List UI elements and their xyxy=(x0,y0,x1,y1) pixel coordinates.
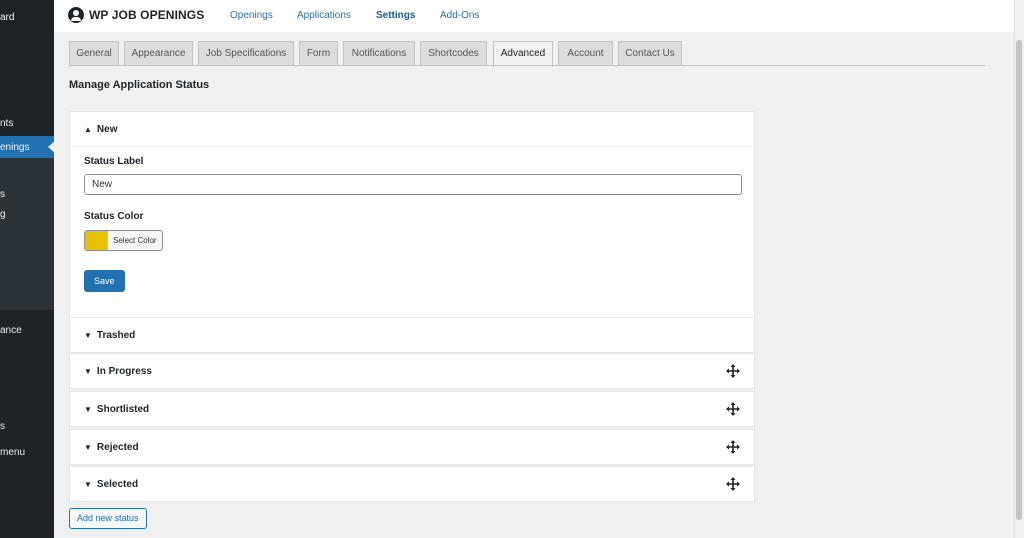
status-panel-new: ▲ New Status Label New Status Color Sele… xyxy=(69,111,755,319)
status-label-input[interactable]: New xyxy=(84,174,742,195)
color-picker-button[interactable]: Select Color xyxy=(84,230,163,251)
nav-link-add-ons[interactable]: Add-Ons xyxy=(440,10,479,21)
scroll-thumb[interactable] xyxy=(1016,40,1022,520)
sidebar-item[interactable]: ard xyxy=(0,12,54,23)
panel-header[interactable]: ▼ Trashed xyxy=(70,318,754,352)
scrollbar[interactable] xyxy=(1014,0,1024,538)
tab-appearance[interactable]: Appearance xyxy=(124,41,193,66)
plugin-logo: WP JOB OPENINGS xyxy=(68,7,204,23)
sidebar-submenu xyxy=(0,158,54,310)
sidebar-item[interactable]: ance xyxy=(0,325,54,336)
sidebar-item[interactable]: g xyxy=(0,209,54,220)
status-panel-trashed: ▼ Trashed xyxy=(69,317,755,353)
drag-move-icon[interactable] xyxy=(726,440,740,454)
add-new-status-button[interactable]: Add new status xyxy=(69,508,147,529)
panel-header[interactable]: ▼ In Progress xyxy=(70,354,754,388)
caret-down-icon: ▼ xyxy=(84,404,92,414)
tab-account[interactable]: Account xyxy=(558,41,613,66)
tab-job-specifications[interactable]: Job Specifications xyxy=(198,41,294,66)
panel-body-new: Status Label New Status Color Select Col… xyxy=(70,146,754,318)
tab-contact-us[interactable]: Contact Us xyxy=(618,41,682,66)
panel-header-new[interactable]: ▲ New xyxy=(70,112,754,146)
status-panel-in-progress: ▼ In Progress xyxy=(69,353,755,389)
page-title: Manage Application Status xyxy=(69,79,210,91)
tab-general[interactable]: General xyxy=(69,41,119,66)
nav-link-settings[interactable]: Settings xyxy=(376,10,415,21)
sidebar-item-label: s xyxy=(0,421,5,432)
user-icon xyxy=(68,7,84,23)
caret-down-icon: ▼ xyxy=(84,479,92,489)
admin-sidebar: ard nts enings s g ance s menu xyxy=(0,0,55,538)
drag-move-icon[interactable] xyxy=(726,364,740,378)
sidebar-item-label: enings xyxy=(0,142,30,153)
status-panel-rejected: ▼ Rejected xyxy=(69,429,755,465)
plugin-header: WP JOB OPENINGS Openings Applications Sett… xyxy=(54,0,1014,32)
sidebar-item-label: ance xyxy=(0,325,22,336)
sidebar-item-label: s xyxy=(0,189,5,200)
tab-advanced[interactable]: Advanced xyxy=(493,41,553,67)
caret-up-icon: ▲ xyxy=(84,124,92,134)
color-swatch xyxy=(85,231,107,250)
sidebar-item[interactable]: s xyxy=(0,421,54,432)
drag-move-icon[interactable] xyxy=(726,477,740,491)
panel-header[interactable]: ▼ Rejected xyxy=(70,430,754,464)
status-label-heading: Status Label xyxy=(84,156,144,167)
sidebar-item-label: ard xyxy=(0,12,15,23)
nav-link-applications[interactable]: Applications xyxy=(297,10,351,21)
panel-title: Shortlisted xyxy=(96,403,150,415)
nav-link-openings[interactable]: Openings xyxy=(230,10,273,21)
status-panel-selected: ▼ Selected xyxy=(69,466,755,502)
panel-header[interactable]: ▼ Selected xyxy=(70,467,754,501)
panel-title: Selected xyxy=(96,478,139,490)
caret-down-icon: ▼ xyxy=(84,330,92,340)
sidebar-item[interactable]: s xyxy=(0,189,54,200)
sidebar-item[interactable]: nts xyxy=(0,118,54,129)
status-color-heading: Status Color xyxy=(84,211,144,222)
sidebar-item-label: menu xyxy=(0,447,26,458)
tab-shortcodes[interactable]: Shortcodes xyxy=(420,41,487,66)
panel-header[interactable]: ▼ Shortlisted xyxy=(70,392,754,426)
tab-form[interactable]: Form xyxy=(299,41,338,66)
save-button[interactable]: Save xyxy=(84,270,125,292)
caret-down-icon: ▼ xyxy=(84,366,92,376)
select-color-label: Select Color xyxy=(107,231,162,250)
sidebar-item-label: g xyxy=(0,209,6,220)
status-panel-shortlisted: ▼ Shortlisted xyxy=(69,391,755,427)
panel-title: Rejected xyxy=(96,441,139,453)
drag-move-icon[interactable] xyxy=(726,402,740,416)
panel-title: In Progress xyxy=(96,365,152,377)
caret-down-icon: ▼ xyxy=(84,442,92,452)
sidebar-item[interactable]: enings xyxy=(0,142,54,153)
tab-divider xyxy=(69,65,985,66)
panel-title: New xyxy=(96,123,118,135)
panel-title: Trashed xyxy=(96,329,136,341)
logo-text: WP JOB OPENINGS xyxy=(89,8,205,22)
sidebar-item[interactable]: menu xyxy=(0,447,54,458)
sidebar-item-label: nts xyxy=(0,118,14,129)
tab-notifications[interactable]: Notifications xyxy=(343,41,415,66)
